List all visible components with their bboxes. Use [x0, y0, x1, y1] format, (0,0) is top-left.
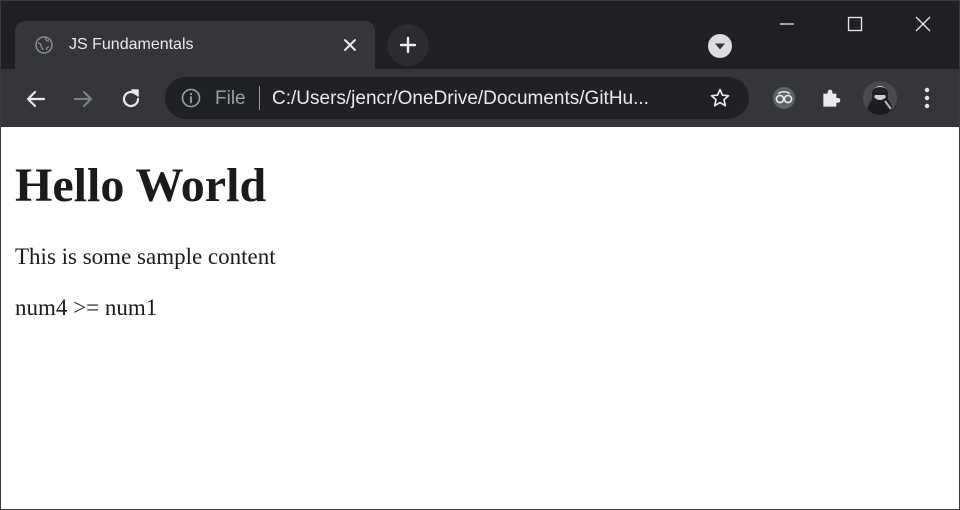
- page-content: Hello World This is some sample content …: [1, 127, 959, 509]
- divider: [259, 86, 260, 110]
- plus-icon: [399, 36, 417, 54]
- puzzle-icon[interactable]: [819, 85, 845, 111]
- content-paragraph: This is some sample content: [15, 244, 276, 269]
- page-heading: Hello World: [15, 159, 267, 212]
- chevron-down-icon: [708, 34, 732, 58]
- forward-button[interactable]: [67, 83, 99, 115]
- info-icon[interactable]: [181, 88, 201, 108]
- tab-search-button[interactable]: [703, 31, 737, 61]
- close-icon[interactable]: [341, 36, 359, 54]
- globe-icon: [35, 36, 53, 54]
- close-window-button[interactable]: [889, 1, 957, 47]
- reader-extension-icon[interactable]: [771, 85, 797, 111]
- maximize-icon: [847, 16, 863, 32]
- arrow-left-icon: [26, 90, 46, 108]
- browser-window: JS Fundamentals File C:/Users/jencr/OneD…: [0, 0, 960, 510]
- arrow-right-icon: [73, 90, 93, 108]
- minimize-button[interactable]: [753, 1, 821, 47]
- comparison-output: num4 >= num1: [15, 295, 158, 320]
- tab-title: JS Fundamentals: [69, 36, 194, 53]
- tab-strip: JS Fundamentals: [1, 1, 959, 69]
- reload-button[interactable]: [115, 83, 147, 115]
- browser-toolbar: File C:/Users/jencr/OneDrive/Documents/G…: [1, 69, 959, 127]
- maximize-button[interactable]: [821, 1, 889, 47]
- avatar[interactable]: [863, 81, 897, 115]
- minimize-icon: [780, 23, 794, 25]
- back-button[interactable]: [20, 83, 52, 115]
- new-tab-button[interactable]: [387, 24, 429, 66]
- tab-js-fundamentals[interactable]: JS Fundamentals: [15, 21, 375, 69]
- url-text[interactable]: C:/Users/jencr/OneDrive/Documents/GitHu.…: [272, 88, 692, 110]
- address-bar[interactable]: File C:/Users/jencr/OneDrive/Documents/G…: [165, 77, 749, 119]
- close-icon: [915, 16, 931, 32]
- reload-icon: [122, 89, 140, 108]
- kebab-menu-icon[interactable]: [915, 85, 939, 111]
- star-icon[interactable]: [709, 87, 731, 109]
- scheme-label: File: [215, 88, 246, 109]
